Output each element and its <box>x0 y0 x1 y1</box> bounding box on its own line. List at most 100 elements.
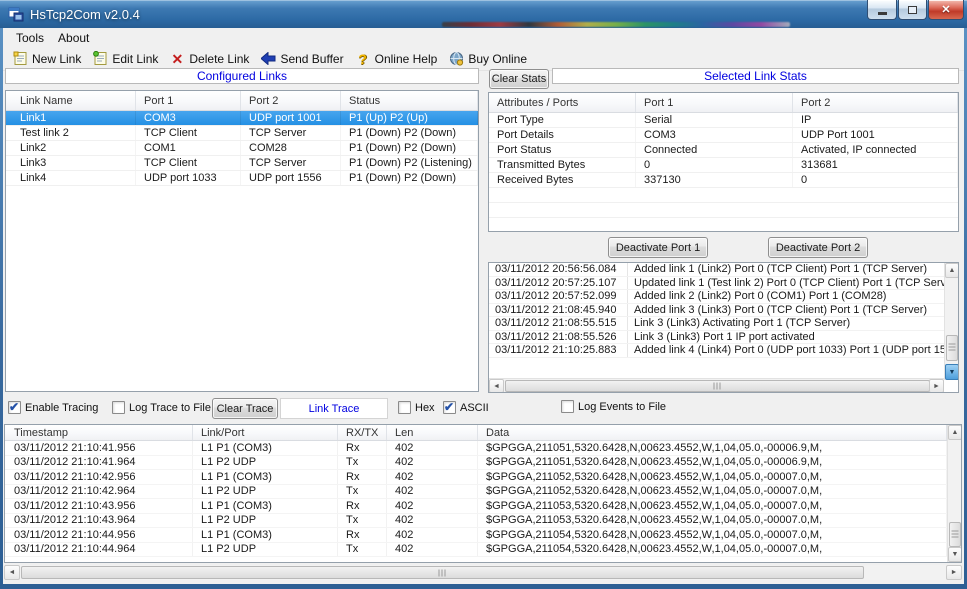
trace-row[interactable]: 03/11/2012 21:10:41.956 L1 P1 (COM3) Rx … <box>5 441 947 456</box>
log-events-checkbox[interactable]: Log Events to File <box>561 400 666 413</box>
scroll-up-button[interactable]: ▲ <box>945 263 959 278</box>
event-log-hscrollbar[interactable]: ◄ ► <box>489 378 944 392</box>
buy-online-label: Buy Online <box>468 52 527 66</box>
stats-port2-cell: UDP Port 1001 <box>793 128 958 142</box>
link-row[interactable]: Link2 COM1 COM28 P1 (Down) P2 (Down) <box>6 141 478 156</box>
column-header-port2[interactable]: Port 2 <box>241 91 341 110</box>
clear-trace-button[interactable]: Clear Trace <box>212 398 278 419</box>
link-status-cell: P1 (Down) P2 (Down) <box>341 141 478 155</box>
checkbox-box[interactable] <box>398 401 411 414</box>
scroll-left-button[interactable]: ◄ <box>489 379 504 393</box>
deactivate-port1-button[interactable]: Deactivate Port 1 <box>608 237 708 258</box>
hex-checkbox[interactable]: Hex <box>398 401 435 414</box>
hscroll-thumb[interactable] <box>505 380 930 392</box>
link-row[interactable]: Link3 TCP Client TCP Server P1 (Down) P2… <box>6 156 478 171</box>
column-header-attributes[interactable]: Attributes / Ports <box>489 93 636 112</box>
new-link-button[interactable]: New Link <box>8 49 88 69</box>
vscroll-thumb[interactable] <box>949 522 961 547</box>
checkbox-box[interactable] <box>443 401 456 414</box>
event-row[interactable]: 03/11/2012 21:08:55.526 Link 3 (Link3) P… <box>489 331 944 345</box>
scroll-down-button[interactable]: ▼ <box>948 547 962 562</box>
link-port1-cell: COM3 <box>136 111 241 125</box>
vscroll-thumb[interactable] <box>946 335 958 361</box>
hscroll-thumb[interactable] <box>21 566 864 579</box>
app-window: HsTcp2Com v2.0.4 ✕ ToolsAbout New Link <box>0 0 967 589</box>
thumb-gripper <box>713 383 722 390</box>
column-header-timestamp[interactable]: Timestamp <box>5 425 193 440</box>
maximize-button[interactable] <box>898 0 927 20</box>
stats-row: Port Details COM3 UDP Port 1001 <box>489 128 958 143</box>
trace-len-cell: 402 <box>387 543 478 557</box>
scroll-left-button[interactable]: ◄ <box>4 565 20 580</box>
link-port2-cell: UDP port 1001 <box>241 111 341 125</box>
minimize-button[interactable] <box>867 0 897 20</box>
send-buffer-button[interactable]: Send Buffer <box>256 49 350 69</box>
link-row[interactable]: Test link 2 TCP Client TCP Server P1 (Do… <box>6 126 478 141</box>
trace-row[interactable]: 03/11/2012 21:10:43.956 L1 P1 (COM3) Rx … <box>5 499 947 514</box>
trace-row[interactable]: 03/11/2012 21:10:42.964 L1 P2 UDP Tx 402… <box>5 485 947 500</box>
log-trace-checkbox[interactable]: Log Trace to File <box>112 401 211 414</box>
buy-online-button[interactable]: Buy Online <box>444 49 534 69</box>
event-row[interactable]: 03/11/2012 20:57:25.107 Updated link 1 (… <box>489 277 944 291</box>
column-header-stats-port1[interactable]: Port 1 <box>636 93 793 112</box>
event-timestamp-cell: 03/11/2012 21:08:45.940 <box>489 304 628 317</box>
link-port2-cell: TCP Server <box>241 156 341 170</box>
trace-data-cell: $GPGGA,211054,5320.6428,N,00623.4552,W,1… <box>478 543 947 557</box>
trace-row[interactable]: 03/11/2012 21:10:44.964 L1 P2 UDP Tx 402… <box>5 543 947 558</box>
online-help-button[interactable]: ? Online Help <box>351 49 445 69</box>
column-header-port1[interactable]: Port 1 <box>136 91 241 110</box>
delete-link-button[interactable]: ✕ Delete Link <box>165 49 256 69</box>
column-header-link-name[interactable]: Link Name <box>6 91 136 110</box>
checkbox-box[interactable] <box>112 401 125 414</box>
titlebar-reflection <box>442 22 790 27</box>
event-timestamp-cell: 03/11/2012 20:56:56.084 <box>489 263 628 276</box>
titlebar[interactable]: HsTcp2Com v2.0.4 ✕ <box>0 0 967 28</box>
trace-row[interactable]: 03/11/2012 21:10:42.956 L1 P1 (COM3) Rx … <box>5 470 947 485</box>
column-header-data[interactable]: Data <box>478 425 947 440</box>
link-name-cell: Link3 <box>6 156 136 170</box>
trace-row[interactable]: 03/11/2012 21:10:44.956 L1 P1 (COM3) Rx … <box>5 528 947 543</box>
log-trace-label: Log Trace to File <box>129 402 211 414</box>
event-row[interactable]: 03/11/2012 21:08:45.940 Added link 3 (Li… <box>489 304 944 318</box>
clear-stats-button[interactable]: Clear Stats <box>489 69 549 89</box>
trace-data-cell: $GPGGA,211051,5320.6428,N,00623.4552,W,1… <box>478 456 947 470</box>
edit-link-button[interactable]: Edit Link <box>88 49 165 69</box>
scroll-right-button[interactable]: ► <box>929 379 944 393</box>
trace-hscrollbar[interactable]: ◄ ► <box>4 565 962 580</box>
menu-item[interactable]: Tools <box>9 29 51 47</box>
column-header-len[interactable]: Len <box>387 425 478 440</box>
column-header-link-port[interactable]: Link/Port <box>193 425 338 440</box>
event-timestamp-cell: 03/11/2012 20:57:25.107 <box>489 277 628 290</box>
event-row[interactable]: 03/11/2012 21:08:55.515 Link 3 (Link3) A… <box>489 317 944 331</box>
stats-port1-cell: Serial <box>636 113 793 127</box>
event-row[interactable]: 03/11/2012 20:57:52.099 Added link 2 (Li… <box>489 290 944 304</box>
trace-rxtx-cell: Tx <box>338 485 387 499</box>
trace-vscrollbar[interactable]: ▲ ▼ <box>947 425 961 562</box>
scroll-right-button[interactable]: ► <box>946 565 962 580</box>
event-row[interactable]: 03/11/2012 20:56:56.084 Added link 1 (Li… <box>489 263 944 277</box>
column-header-rxtx[interactable]: RX/TX <box>338 425 387 440</box>
column-header-stats-port2[interactable]: Port 2 <box>793 93 958 112</box>
event-row[interactable]: 03/11/2012 21:10:25.883 Added link 4 (Li… <box>489 344 944 358</box>
checkbox-box[interactable] <box>561 400 574 413</box>
trace-link-port-cell: L1 P1 (COM3) <box>193 441 338 455</box>
scroll-up-button[interactable]: ▲ <box>948 425 962 440</box>
link-row[interactable]: Link1 COM3 UDP port 1001 P1 (Up) P2 (Up) <box>6 111 478 126</box>
event-log-rows: 03/11/2012 20:56:56.084 Added link 1 (Li… <box>489 263 944 358</box>
event-message-cell: Link 3 (Link3) Port 1 IP port activated <box>628 331 944 344</box>
trace-row[interactable]: 03/11/2012 21:10:43.964 L1 P2 UDP Tx 402… <box>5 514 947 529</box>
log-events-label: Log Events to File <box>578 401 666 413</box>
ascii-checkbox[interactable]: ASCII <box>443 401 489 414</box>
trace-row[interactable]: 03/11/2012 21:10:41.964 L1 P2 UDP Tx 402… <box>5 456 947 471</box>
enable-tracing-checkbox[interactable]: Enable Tracing <box>8 401 98 414</box>
link-row[interactable]: Link4 UDP port 1033 UDP port 1556 P1 (Do… <box>6 171 478 186</box>
scroll-down-button[interactable]: ▼ <box>945 364 959 380</box>
close-button[interactable]: ✕ <box>928 0 964 20</box>
checkbox-box[interactable] <box>8 401 21 414</box>
menu-item[interactable]: About <box>51 29 96 47</box>
column-header-status[interactable]: Status <box>341 91 478 110</box>
deactivate-port2-button[interactable]: Deactivate Port 2 <box>768 237 868 258</box>
event-log-vscrollbar[interactable]: ▲ ▼ <box>944 263 958 380</box>
link-status-cell: P1 (Down) P2 (Listening) <box>341 156 478 170</box>
event-timestamp-cell: 03/11/2012 21:08:55.515 <box>489 317 628 330</box>
